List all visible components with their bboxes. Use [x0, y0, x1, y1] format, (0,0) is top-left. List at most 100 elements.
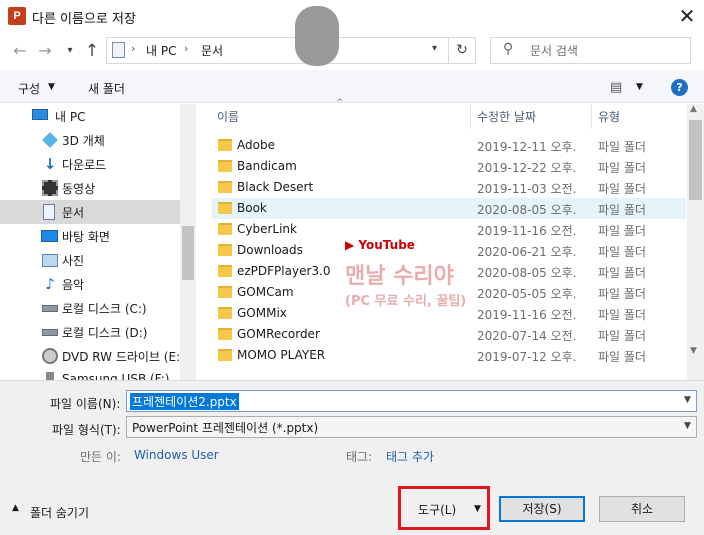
breadcrumb-documents[interactable]: 문서	[201, 42, 223, 59]
file-date: 2019-11-16 오전...	[477, 224, 577, 238]
pictures-icon	[42, 254, 58, 267]
nav-item-dvd[interactable]: DVD RW 드라이브 (E:	[0, 344, 180, 368]
navigation-pane: 내 PC 3D 개체 ↓ 다운로드 동영상 문서 바탕 화면 사진 ♪ 음악 로…	[0, 104, 196, 380]
file-name: GOMCam	[237, 285, 294, 299]
cancel-button[interactable]: 취소	[599, 496, 685, 522]
help-icon[interactable]: ?	[671, 79, 688, 96]
hide-folders-button[interactable]: 폴더 숨기기	[30, 504, 89, 521]
dvd-icon	[42, 348, 58, 364]
up-arrow-icon[interactable]: ↑	[82, 40, 102, 62]
file-name: Black Desert	[237, 180, 314, 194]
filetype-value[interactable]: PowerPoint 프레젠테이션 (*.pptx)	[132, 419, 318, 436]
file-date: 2019-12-11 오후...	[477, 140, 577, 154]
music-icon: ♪	[45, 275, 55, 293]
organize-button[interactable]: 구성	[18, 80, 40, 97]
file-row[interactable]: Adobe 2019-12-11 오후... 파일 폴더	[212, 135, 686, 156]
folder-icon	[218, 181, 232, 193]
author-value[interactable]: Windows User	[134, 448, 219, 462]
search-icon: ⚲	[503, 41, 514, 57]
file-row[interactable]: Bandicam 2019-12-22 오후... 파일 폴더	[212, 156, 686, 177]
download-icon: ↓	[43, 155, 57, 173]
file-date: 2019-07-12 오후...	[477, 350, 577, 364]
window-title: 다른 이름으로 저장	[32, 12, 136, 27]
file-type: 파일 폴더	[598, 350, 646, 364]
drive-icon	[42, 329, 58, 336]
new-folder-button[interactable]: 새 폴더	[88, 80, 125, 97]
nav-label: DVD RW 드라이브 (E:	[62, 350, 181, 364]
column-header-name[interactable]: 이름	[217, 108, 239, 125]
column-header-type[interactable]: 유형	[598, 108, 620, 125]
folder-icon	[218, 244, 232, 256]
file-name: GOMRecorder	[237, 327, 320, 341]
nav-label: Samsung USB (F:)	[62, 372, 170, 380]
drive-icon	[42, 305, 58, 312]
tags-input[interactable]: 태그 추가	[386, 448, 434, 465]
scroll-up-icon[interactable]: ▲	[690, 104, 697, 114]
column-divider[interactable]	[591, 104, 592, 129]
folder-icon	[218, 139, 232, 151]
column-header-date[interactable]: 수정한 날짜	[477, 108, 536, 125]
organize-dropdown-icon[interactable]: ▼	[48, 82, 55, 92]
nav-label: 문서	[62, 206, 85, 220]
search-input[interactable]	[490, 37, 691, 64]
nav-label: 내 PC	[55, 110, 86, 124]
file-row[interactable]: CyberLink 2019-11-16 오전... 파일 폴더	[212, 219, 686, 240]
breadcrumb-separator-icon[interactable]: ›	[131, 42, 135, 55]
nav-item-downloads[interactable]: ↓ 다운로드	[0, 152, 180, 176]
nav-item-documents[interactable]: 문서	[0, 200, 180, 224]
file-row[interactable]: Book 2020-08-05 오후... 파일 폴더	[212, 198, 686, 219]
filename-value[interactable]: 프레젠테이션2.pptx	[130, 393, 239, 410]
breadcrumb-separator-icon[interactable]: ›	[184, 42, 188, 55]
folder-icon	[218, 349, 232, 361]
file-date: 2020-08-05 오후...	[477, 203, 577, 217]
nav-label: 3D 개체	[62, 134, 105, 148]
file-type: 파일 폴더	[598, 182, 646, 196]
file-row[interactable]: Black Desert 2019-11-03 오전... 파일 폴더	[212, 177, 686, 198]
chevron-up-icon[interactable]: ▲	[12, 503, 19, 513]
close-button[interactable]: ✕	[672, 2, 702, 30]
folder-icon	[218, 265, 232, 277]
file-type: 파일 폴더	[598, 140, 646, 154]
nav-label: 동영상	[62, 182, 96, 196]
nav-item-usb[interactable]: Samsung USB (F:)	[0, 368, 180, 380]
nav-item-desktop[interactable]: 바탕 화면	[0, 224, 180, 248]
watermark-channel-name: 맨날 수리야	[345, 264, 454, 289]
usb-icon	[46, 372, 54, 380]
file-type: 파일 폴더	[598, 245, 646, 259]
tools-dropdown-icon[interactable]: ▼	[474, 504, 481, 514]
forward-arrow-icon[interactable]: →	[35, 40, 55, 62]
tools-label[interactable]: 도구(L)	[418, 501, 456, 518]
nav-item-music[interactable]: ♪ 음악	[0, 272, 180, 296]
nav-item-videos[interactable]: 동영상	[0, 176, 180, 200]
save-button[interactable]: 저장(S)	[499, 496, 585, 522]
file-name: ezPDFPlayer3.0	[237, 264, 331, 278]
nav-item-drive-c[interactable]: 로컬 디스크 (C:)	[0, 296, 180, 320]
nav-item-pictures[interactable]: 사진	[0, 248, 180, 272]
column-divider[interactable]	[470, 104, 471, 129]
view-dropdown-icon[interactable]: ▼	[636, 82, 643, 92]
refresh-icon[interactable]: ↻	[448, 37, 475, 64]
scroll-down-icon[interactable]: ▼	[690, 346, 697, 356]
nav-label: 사진	[62, 254, 85, 268]
address-dropdown-icon[interactable]: ▾	[432, 43, 437, 54]
file-type: 파일 폴더	[598, 161, 646, 175]
file-row[interactable]: MOMO PLAYER 2019-07-12 오후... 파일 폴더	[212, 345, 686, 366]
back-arrow-icon[interactable]: ←	[10, 40, 30, 62]
nav-item-3d-objects[interactable]: 3D 개체	[0, 128, 180, 152]
file-row[interactable]: GOMRecorder 2020-07-14 오전... 파일 폴더	[212, 324, 686, 345]
nav-item-this-pc[interactable]: 내 PC	[0, 104, 180, 128]
filetype-dropdown-icon[interactable]: ▼	[684, 421, 691, 431]
nav-item-drive-d[interactable]: 로컬 디스크 (D:)	[0, 320, 180, 344]
document-folder-icon	[112, 42, 125, 58]
view-options-icon[interactable]: ▤	[610, 80, 622, 95]
video-icon	[42, 180, 58, 196]
filename-dropdown-icon[interactable]: ▼	[684, 395, 691, 405]
folder-icon	[218, 202, 232, 214]
breadcrumb-pc[interactable]: 내 PC	[146, 42, 176, 59]
file-list-scrollbar-thumb[interactable]	[689, 120, 702, 200]
document-icon	[43, 204, 55, 220]
nav-scrollbar-thumb[interactable]	[182, 226, 194, 280]
recent-locations-chevron-icon[interactable]: ▾	[60, 40, 80, 62]
filetype-label: 파일 형식(T):	[52, 423, 121, 437]
file-name: MOMO PLAYER	[237, 348, 326, 362]
